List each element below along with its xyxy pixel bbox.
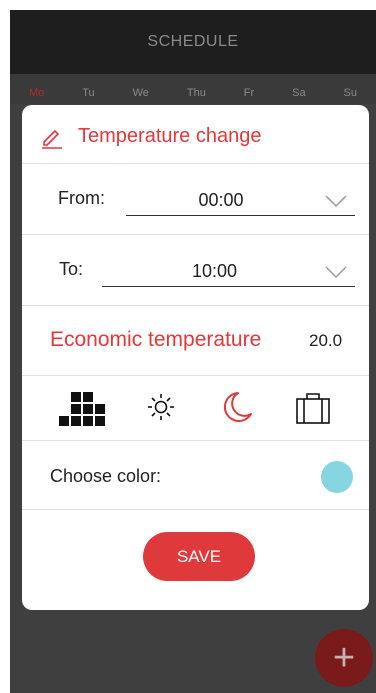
- from-underline: [126, 215, 355, 216]
- choose-color-label: Choose color:: [50, 466, 162, 486]
- day-mo[interactable]: Mo: [29, 87, 44, 99]
- temperature-value[interactable]: 20.0: [309, 331, 342, 351]
- day-fr[interactable]: Fr: [244, 87, 254, 99]
- to-time-value: 10:00: [191, 261, 238, 281]
- from-field-row: From: 00:00: [22, 164, 369, 235]
- day-thu[interactable]: Thu: [187, 87, 206, 99]
- moon-icon[interactable]: [220, 390, 254, 426]
- to-field-row: To: 10:00: [22, 235, 369, 306]
- add-button[interactable]: +: [315, 629, 373, 687]
- save-button[interactable]: SAVE: [143, 532, 255, 581]
- temperature-label: Economic temperature: [50, 328, 262, 351]
- color-swatch[interactable]: [321, 461, 353, 493]
- dialog-title: Temperature change: [78, 125, 262, 147]
- plus-icon: +: [332, 637, 356, 679]
- color-row: Choose color:: [22, 441, 369, 510]
- to-underline: [102, 286, 355, 287]
- from-label: From:: [58, 188, 105, 208]
- chevron-down-icon: [325, 266, 347, 279]
- suitcase-icon[interactable]: [295, 392, 331, 424]
- weekday-bar: Mo Tu We Thu Fr Sa Su: [10, 82, 376, 104]
- dialog-header: Temperature change: [22, 105, 369, 164]
- to-label: To:: [59, 259, 84, 279]
- day-tu[interactable]: Tu: [82, 87, 94, 99]
- day-su[interactable]: Su: [344, 87, 357, 99]
- grid-icon[interactable]: [57, 392, 109, 426]
- mode-icons-row: [22, 376, 369, 441]
- pencil-icon: [42, 130, 62, 149]
- day-sa[interactable]: Sa: [292, 87, 305, 99]
- sun-icon[interactable]: [146, 392, 176, 422]
- chevron-down-icon: [325, 195, 347, 208]
- from-time-value: 00:00: [198, 190, 244, 210]
- app-header: SCHEDULE: [10, 10, 376, 74]
- temperature-change-dialog: Temperature change From: 00:00 To: 10:00…: [22, 105, 369, 610]
- day-we[interactable]: We: [133, 87, 149, 99]
- temperature-row: Economic temperature 20.0: [22, 306, 369, 376]
- page-title: SCHEDULE: [147, 33, 239, 50]
- save-button-label: SAVE: [176, 546, 222, 566]
